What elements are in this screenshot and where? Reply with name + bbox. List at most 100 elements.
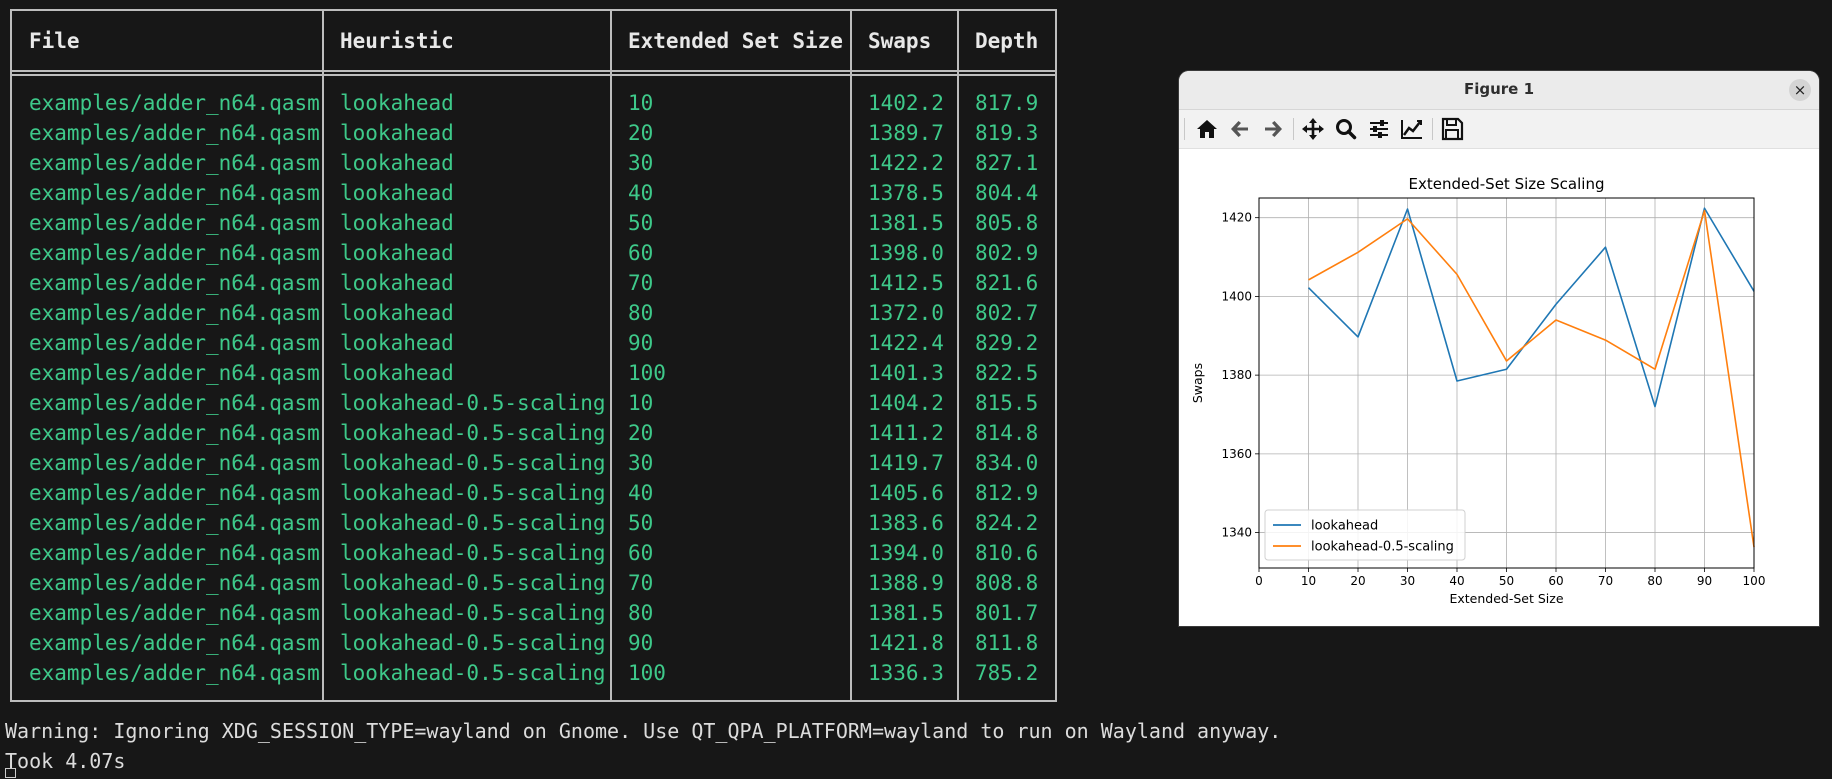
cell-swaps: 1422.2 [868,151,944,175]
cell-swaps: 1383.6 [868,511,944,535]
cell-file: examples/adder_n64.qasm [29,391,320,415]
cell-depth: 827.1 [975,151,1039,175]
home-icon[interactable] [1193,116,1221,142]
cell-swaps: 1381.5 [868,601,944,625]
cell-heuristic: lookahead-0.5-scaling [340,631,606,655]
chart-title: Extended-Set Size Scaling [1409,175,1605,193]
cell-extended-set-size: 90 [628,331,654,355]
timing-message: Took 4.07s [5,749,126,773]
cell-heuristic: lookahead [340,331,454,355]
cell-depth: 814.8 [975,421,1039,445]
cell-extended-set-size: 40 [628,181,654,205]
cell-depth: 805.8 [975,211,1039,235]
x-tick-label: 70 [1598,574,1613,588]
cell-file: examples/adder_n64.qasm [29,181,320,205]
cell-swaps: 1404.2 [868,391,944,415]
cell-heuristic: lookahead [340,241,454,265]
header-file: File [29,29,80,53]
cell-heuristic: lookahead [340,301,454,325]
cell-depth: 824.2 [975,511,1039,535]
cell-swaps: 1412.5 [868,271,944,295]
cell-heuristic: lookahead-0.5-scaling [340,481,606,505]
cell-extended-set-size: 60 [628,241,654,265]
close-button[interactable]: × [1789,79,1811,101]
x-tick-label: 30 [1400,574,1415,588]
figure-canvas[interactable]: 0 10 20 30 40 50 60 70 80 90 100 1340 1360 1380 1400 14… [1179,149,1819,626]
cell-depth: 829.2 [975,331,1039,355]
legend-label: lookahead-0.5-scaling [1311,540,1454,555]
cell-file: examples/adder_n64.qasm [29,91,320,115]
toolbar-handle [1184,118,1185,140]
figure-window[interactable]: Figure 1 × 0 10 20 30 40 50 60 70 80 90 … [1179,71,1819,626]
cell-swaps: 1372.0 [868,301,944,325]
window-titlebar[interactable]: Figure 1 × [1179,71,1819,110]
zoom-icon[interactable] [1332,116,1360,142]
cell-depth: 802.9 [975,241,1039,265]
cell-depth: 817.9 [975,91,1039,115]
cell-extended-set-size: 50 [628,211,654,235]
edit-axis-icon[interactable] [1398,116,1426,142]
forward-arrow-icon[interactable] [1259,116,1287,142]
cell-extended-set-size: 40 [628,481,654,505]
cell-file: examples/adder_n64.qasm [29,511,320,535]
y-tick-label: 1340 [1221,526,1252,540]
cell-depth: 819.3 [975,121,1039,145]
configure-subplots-icon[interactable] [1365,116,1393,142]
table-header-bottom-border [10,70,1057,72]
cell-depth: 815.5 [975,391,1039,415]
cell-file: examples/adder_n64.qasm [29,601,320,625]
cell-heuristic: lookahead-0.5-scaling [340,571,606,595]
y-tick-label: 1380 [1221,368,1252,382]
cell-heuristic: lookahead [340,271,454,295]
cell-extended-set-size: 70 [628,271,654,295]
cell-swaps: 1336.3 [868,661,944,685]
toolbar-separator [1432,118,1433,140]
warning-message: Warning: Ignoring XDG_SESSION_TYPE=wayla… [5,719,1282,743]
x-tick-label: 90 [1697,574,1712,588]
cell-swaps: 1405.6 [868,481,944,505]
cell-extended-set-size: 10 [628,91,654,115]
back-arrow-icon[interactable] [1226,116,1254,142]
toolbar-separator [1293,118,1294,140]
x-tick-label: 10 [1301,574,1316,588]
table-border-col4 [850,9,852,702]
cell-file: examples/adder_n64.qasm [29,541,320,565]
cell-heuristic: lookahead [340,121,454,145]
cell-depth: 811.8 [975,631,1039,655]
y-tick-label: 1360 [1221,447,1252,461]
legend-label: lookahead [1311,519,1378,534]
window-title: Figure 1 [1463,80,1535,98]
cell-extended-set-size: 50 [628,511,654,535]
cell-swaps: 1419.7 [868,451,944,475]
table-border-left [10,9,12,702]
cell-heuristic: lookahead-0.5-scaling [340,601,606,625]
cell-swaps: 1398.0 [868,241,944,265]
cell-extended-set-size: 20 [628,421,654,445]
x-axis-label: Extended-Set Size [1449,591,1563,606]
cell-depth: 804.4 [975,181,1039,205]
terminal-cursor [5,768,16,778]
cell-file: examples/adder_n64.qasm [29,211,320,235]
cell-file: examples/adder_n64.qasm [29,121,320,145]
x-tick-label: 80 [1647,574,1662,588]
table-border-col2 [322,9,324,702]
header-swaps: Swaps [868,29,932,53]
navigation-toolbar [1179,110,1819,149]
cell-depth: 822.5 [975,361,1039,385]
header-extended-set-size: Extended Set Size [628,29,843,53]
cell-extended-set-size: 90 [628,631,654,655]
cell-swaps: 1401.3 [868,361,944,385]
cell-heuristic: lookahead [340,361,454,385]
pan-icon[interactable] [1299,116,1327,142]
cell-extended-set-size: 70 [628,571,654,595]
header-heuristic: Heuristic [340,29,454,53]
save-icon[interactable] [1438,116,1466,142]
cell-file: examples/adder_n64.qasm [29,661,320,685]
header-depth: Depth [975,29,1039,53]
x-tick-label: 60 [1548,574,1563,588]
cell-extended-set-size: 30 [628,451,654,475]
cell-depth: 834.0 [975,451,1039,475]
cell-file: examples/adder_n64.qasm [29,361,320,385]
cell-depth: 801.7 [975,601,1039,625]
cell-heuristic: lookahead [340,91,454,115]
